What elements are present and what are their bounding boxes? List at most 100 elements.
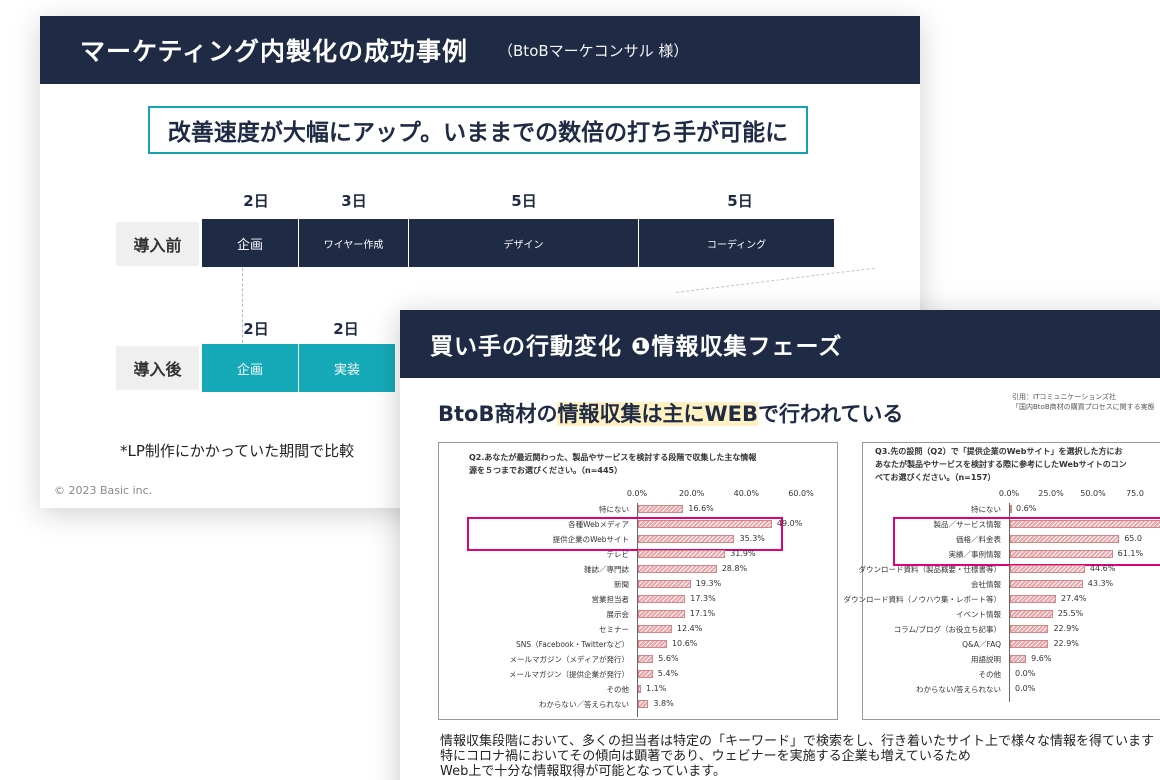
chart-question-line: べてお選びください。（n=157） bbox=[875, 473, 996, 482]
footer-line: 特にコロナ禍においてその傾向は顕著であり、ウェビナーを実施する企業も増えているた… bbox=[440, 749, 971, 764]
axis-tick-label: 20.0% bbox=[678, 489, 705, 498]
data-label: 27.4% bbox=[1061, 594, 1087, 603]
category-label: ダウンロード資料（製品概要・仕様書等） bbox=[858, 565, 1002, 574]
comparison-guide-line bbox=[675, 267, 875, 293]
data-bar bbox=[638, 670, 653, 678]
data-label: 22.9% bbox=[1053, 639, 1079, 648]
data-bar bbox=[638, 685, 641, 693]
data-bar bbox=[1010, 565, 1085, 573]
data-label: 9.6% bbox=[1031, 654, 1052, 663]
data-label: 61.1% bbox=[1117, 549, 1144, 558]
category-label: メールマガジン（提供企業が発行） bbox=[509, 670, 629, 679]
category-label: 製品／サービス情報 bbox=[933, 520, 1002, 529]
category-label: イベント情報 bbox=[956, 610, 1001, 619]
duration-label: 5日 bbox=[511, 192, 537, 210]
data-label: 44.6% bbox=[1089, 564, 1116, 573]
buyer-behavior-slide: 買い手の行動変化 ❶情報収集フェーズ BtoB商材の情報収集は主にWEBで行われ… bbox=[400, 310, 1160, 780]
data-label: 65.0 bbox=[1124, 534, 1142, 543]
data-label: 5.4% bbox=[657, 669, 679, 678]
data-label: 1.1% bbox=[646, 684, 667, 693]
data-bar bbox=[1010, 580, 1083, 588]
axis-tick-label: 60.0% bbox=[788, 489, 814, 498]
data-bar bbox=[638, 535, 735, 543]
data-label: 35.3% bbox=[739, 534, 765, 543]
category-label: セミナー bbox=[599, 625, 629, 634]
axis-tick-label: 50.0% bbox=[1080, 489, 1106, 498]
data-bar bbox=[638, 505, 684, 513]
data-label: 3.8% bbox=[653, 699, 674, 708]
data-label: 43.3% bbox=[1087, 579, 1114, 588]
category-label: 特にない bbox=[599, 505, 629, 514]
duration-label: 2日 bbox=[243, 320, 269, 338]
data-bar bbox=[1010, 610, 1053, 618]
headline-part: BtoB商材の bbox=[438, 402, 558, 426]
category-label: 各種Webメディア bbox=[568, 520, 629, 529]
chart-question-line: 源を５つまでお選びください。（n=445） bbox=[469, 466, 623, 475]
data-bar bbox=[1010, 595, 1057, 603]
data-bar bbox=[638, 625, 672, 633]
category-label: 用語説明 bbox=[971, 655, 1001, 664]
step-planning: 企画 bbox=[202, 219, 298, 267]
footer-line: Web上で十分な情報取得が可能となっています。 bbox=[440, 764, 727, 779]
step-planning-after: 企画 bbox=[202, 344, 298, 392]
data-label: 31.9% bbox=[730, 549, 756, 558]
axis-tick-label: 75.0 bbox=[1126, 489, 1144, 498]
comparison-note: *LP制作にかかっていた期間で比較 bbox=[120, 442, 355, 460]
axis-tick-label: 40.0% bbox=[733, 489, 760, 498]
before-row-label: 導入前 bbox=[116, 222, 199, 266]
citation: 引用：ITコミュニケーションズ社「国内BtoB商材の購買プロセスに関する実態 bbox=[1012, 392, 1155, 412]
category-label: 雑誌／専門誌 bbox=[584, 565, 629, 574]
category-label: 実績／事例情報 bbox=[948, 550, 1002, 559]
duration-label: 5日 bbox=[727, 192, 753, 210]
headline-part: で行われている bbox=[758, 402, 904, 426]
chart-question-line: Q2.あなたが最近関わった、製品やサービスを検討する段階で収集した主な情報 bbox=[469, 453, 757, 462]
headline-highlight-web: WEB bbox=[704, 402, 758, 426]
data-label: 5.6% bbox=[658, 654, 679, 663]
category-label: 提供企業のWebサイト bbox=[552, 535, 629, 544]
data-bar bbox=[1010, 535, 1120, 543]
data-label: 0.0% bbox=[1015, 669, 1036, 678]
data-bar bbox=[638, 520, 772, 528]
duration-label: 2日 bbox=[243, 192, 269, 210]
axis-tick-label: 0.0% bbox=[626, 489, 648, 498]
data-bar bbox=[638, 610, 685, 618]
duration-label: 2日 bbox=[333, 320, 359, 338]
data-bar bbox=[638, 550, 726, 558]
category-label: テレビ bbox=[606, 550, 630, 559]
data-label: 49.0% bbox=[776, 519, 803, 528]
after-row-label: 導入後 bbox=[116, 346, 199, 390]
category-label: 会社情報 bbox=[971, 580, 1001, 589]
data-bar bbox=[1010, 655, 1027, 663]
data-label: 28.8% bbox=[721, 564, 748, 573]
step-wireframe: ワイヤー作成 bbox=[299, 219, 408, 267]
category-label: 新聞 bbox=[614, 580, 629, 589]
data-bar bbox=[1010, 625, 1049, 633]
data-bar bbox=[1010, 550, 1113, 558]
category-label: 特にない bbox=[971, 505, 1001, 514]
data-label: 17.3% bbox=[690, 594, 716, 603]
slide-title: マーケティング内製化の成功事例 bbox=[80, 37, 469, 66]
headline-banner: 改善速度が大幅にアップ。いままでの数倍の打ち手が可能に bbox=[148, 106, 808, 154]
data-label: 0.6% bbox=[1016, 504, 1037, 513]
duration-label: 3日 bbox=[341, 192, 367, 210]
data-label: 0.0% bbox=[1015, 684, 1036, 693]
axis-tick-label: 0.0% bbox=[998, 489, 1020, 498]
category-label: Q&A／FAQ bbox=[962, 640, 1001, 649]
step-implementation: 実装 bbox=[299, 344, 395, 392]
category-label: その他 bbox=[606, 685, 630, 694]
citation-line: 「国内BtoB商材の購買プロセスに関する実態 bbox=[1012, 403, 1155, 411]
category-label: SNS（Facebook・Twitterなど） bbox=[515, 640, 629, 649]
chart-panel-q3: Q3.先の設問（Q2）で「提供企業のWebサイト」を選択した方にお あなたが製品や… bbox=[844, 442, 1160, 720]
axis-tick-label: 25.0% bbox=[1038, 489, 1064, 498]
data-bar bbox=[1010, 505, 1012, 513]
chart-question-line: あなたが製品やサービスを検討する際に参考にしたWebサイトのコン bbox=[875, 460, 1127, 469]
citation-line: 引用：ITコミュニケーションズ社 bbox=[1012, 393, 1117, 401]
category-label: わからない／答えられない bbox=[539, 700, 629, 709]
data-label: 12.4% bbox=[676, 624, 703, 633]
slide-title: 買い手の行動変化 ❶情報収集フェーズ bbox=[400, 310, 1160, 378]
data-label: 16.6% bbox=[688, 504, 714, 513]
slide-header: マーケティング内製化の成功事例 （BtoBマーケコンサル 様） bbox=[40, 16, 920, 84]
category-label: メールマガジン（メディアが発行） bbox=[509, 655, 629, 664]
data-label: 19.3% bbox=[695, 579, 722, 588]
headline-highlight: 情報収集は主に bbox=[557, 402, 705, 426]
